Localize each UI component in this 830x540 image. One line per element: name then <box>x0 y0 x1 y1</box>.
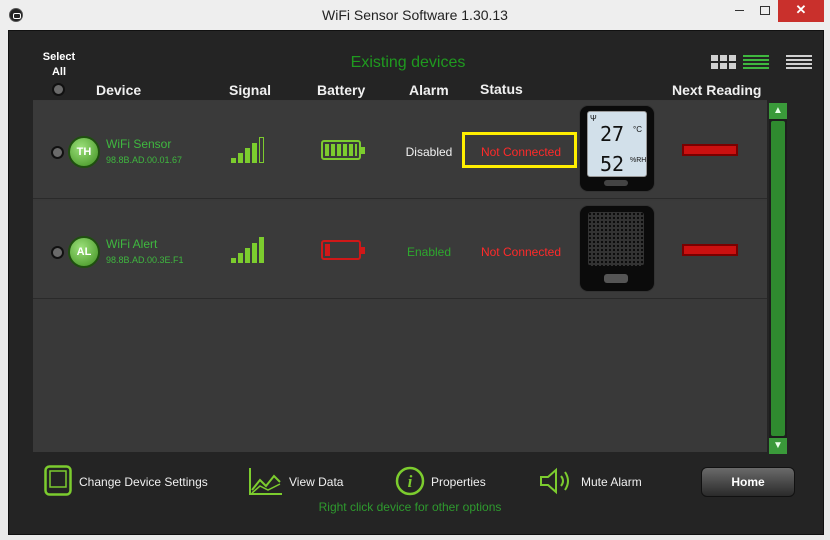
device-select-radio[interactable] <box>51 146 64 159</box>
lcd-humidity: 52 <box>600 152 625 176</box>
column-status: Status <box>480 81 523 97</box>
sensor-device-image: Ψ 27 °C 52 %RH <box>579 105 655 192</box>
battery-low-icon <box>321 240 365 260</box>
mute-alarm-button[interactable]: Mute Alarm <box>581 475 642 489</box>
device-select-radio[interactable] <box>51 246 64 259</box>
device-name: WiFi Alert <box>106 237 158 251</box>
scroll-down-button[interactable]: ▼ <box>769 438 787 454</box>
next-reading-bar <box>682 244 738 256</box>
info-icon[interactable]: i <box>395 466 425 501</box>
connection-status: Not Connected <box>480 245 562 259</box>
select-all-radio[interactable] <box>52 83 65 96</box>
lcd-screen: Ψ 27 °C 52 %RH <box>587 111 647 177</box>
device-mac: 98.8B.AD.00.01.67 <box>106 155 183 165</box>
select-all-label: Select All <box>40 50 78 80</box>
existing-devices-title: Existing devices <box>350 54 466 71</box>
signal-strength-icon <box>231 137 269 163</box>
scrollbar-thumb[interactable] <box>771 121 785 436</box>
lcd-temperature: 27 <box>600 122 625 146</box>
change-device-settings-button[interactable]: Change Device Settings <box>79 475 208 489</box>
column-next-reading: Next Reading <box>672 82 762 98</box>
device-mac: 98.8B.AD.00.3E.F1 <box>106 255 184 265</box>
window-title: WiFi Sensor Software 1.30.13 <box>322 7 508 23</box>
column-device: Device <box>96 82 142 98</box>
antenna-icon: Ψ <box>590 114 597 123</box>
home-button[interactable]: Home <box>701 467 795 497</box>
grid-view-icon[interactable] <box>711 54 737 70</box>
properties-button[interactable]: Properties <box>431 475 486 489</box>
svg-text:i: i <box>408 472 413 491</box>
signal-strength-icon <box>231 237 269 263</box>
column-alarm: Alarm <box>409 82 449 98</box>
maximize-button[interactable] <box>752 0 778 22</box>
column-battery: Battery <box>317 82 366 98</box>
detail-view-icon[interactable] <box>743 54 769 70</box>
minimize-button[interactable] <box>726 0 752 22</box>
next-reading-bar <box>682 144 738 156</box>
battery-full-icon <box>321 140 365 160</box>
list-view-icon[interactable] <box>786 54 812 70</box>
device-name: WiFi Sensor <box>106 137 172 151</box>
device-type-badge: AL <box>68 236 100 268</box>
lcd-temp-unit: °C <box>633 125 642 134</box>
device-settings-icon[interactable] <box>44 465 72 502</box>
view-data-button[interactable]: View Data <box>289 475 343 489</box>
device-button <box>604 274 628 283</box>
alert-device-image <box>579 205 655 292</box>
alarm-status: Enabled <box>406 245 452 259</box>
scroll-up-button[interactable]: ▲ <box>769 103 787 119</box>
device-type-badge: TH <box>68 136 100 168</box>
speaker-icon[interactable] <box>538 467 576 500</box>
title-bar: WiFi Sensor Software 1.30.13 ✕ <box>0 0 830 30</box>
speaker-grille <box>588 212 644 266</box>
select-all-text-2: All <box>51 66 67 78</box>
view-data-icon[interactable] <box>248 466 284 501</box>
device-button <box>604 180 628 186</box>
close-button[interactable]: ✕ <box>778 0 824 22</box>
connection-status: Not Connected <box>480 145 562 159</box>
alarm-status: Disabled <box>405 145 453 159</box>
hint-text: Right click device for other options <box>318 500 502 514</box>
select-all-text: Select <box>42 51 76 63</box>
lcd-humidity-unit: %RH <box>630 157 647 164</box>
column-signal: Signal <box>229 82 272 98</box>
